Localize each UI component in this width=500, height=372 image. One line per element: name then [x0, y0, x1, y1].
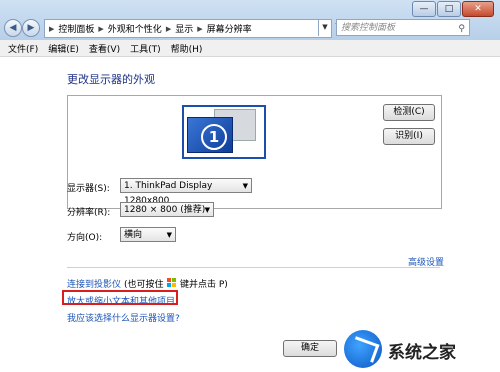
breadcrumb-display[interactable]: 显示 — [175, 22, 193, 35]
search-icon[interactable]: ⚲ — [458, 21, 465, 38]
resolution-label: 分辨率(R): — [67, 208, 111, 218]
projector-hint-start: (也可按住 — [124, 280, 164, 290]
detect-button[interactable]: 检测(C) — [383, 104, 435, 121]
breadcrumb-control-panel[interactable]: 控制面板 — [58, 22, 94, 35]
identify-button[interactable]: 识别(I) — [383, 128, 435, 145]
minimize-button[interactable]: — — [412, 1, 436, 17]
resolution-select[interactable]: 1280 × 800 (推荐) ▼ — [120, 202, 214, 217]
menu-bar: 文件(F) 编辑(E) 查看(V) 工具(T) 帮助(H) — [0, 40, 500, 57]
monitor-number: 1 — [201, 124, 227, 150]
watermark-text: 系统之家 — [388, 343, 456, 363]
address-dropdown-icon[interactable]: ▼ — [318, 19, 331, 36]
primary-monitor-shape: 1 — [187, 117, 233, 153]
highlight-box — [62, 290, 178, 305]
close-button[interactable]: ✕ — [462, 1, 494, 17]
resolution-select-value: 1280 × 800 (推荐) — [124, 205, 206, 215]
breadcrumb-separator: ▶ — [98, 24, 104, 33]
ok-button[interactable]: 确定 — [283, 340, 337, 357]
main-content: 更改显示器的外观 1 检测(C) 识别(I) 显示器(S): 1. ThinkP… — [0, 57, 500, 372]
connect-projector-link[interactable]: 连接到投影仪 — [67, 277, 121, 290]
menu-tools[interactable]: 工具(T) — [130, 42, 161, 55]
watermark: 系统之家 — [340, 326, 500, 372]
menu-view[interactable]: 查看(V) — [89, 42, 120, 55]
divider — [67, 267, 440, 268]
monitor-icon[interactable]: 1 — [182, 105, 266, 159]
watermark-logo-icon — [344, 330, 382, 368]
orientation-select[interactable]: 横向 ▼ — [120, 227, 176, 242]
breadcrumb-separator: ▶ — [49, 24, 55, 33]
chevron-down-icon: ▼ — [204, 206, 210, 214]
display-settings-help-link[interactable]: 我应该选择什么显示器设置? — [67, 311, 180, 324]
chevron-down-icon: ▼ — [242, 182, 248, 190]
orientation-label: 方向(O): — [67, 233, 103, 243]
window-controls: — □ ✕ — [411, 1, 494, 17]
orientation-select-value: 横向 — [124, 230, 143, 240]
breadcrumb-appearance[interactable]: 外观和个性化 — [108, 22, 162, 35]
display-select[interactable]: 1. ThinkPad Display 1280x800 ▼ — [120, 178, 252, 206]
chevron-down-icon: ▼ — [166, 231, 172, 239]
forward-button[interactable]: ▶ — [22, 19, 40, 37]
back-button[interactable]: ◀ — [4, 19, 22, 37]
breadcrumb-screen-resolution[interactable]: 屏幕分辨率 — [207, 22, 252, 35]
menu-edit[interactable]: 编辑(E) — [48, 42, 79, 55]
display-label: 显示器(S): — [67, 184, 110, 194]
menu-help[interactable]: 帮助(H) — [171, 42, 203, 55]
windows-logo-icon — [167, 278, 177, 288]
breadcrumb-separator: ▶ — [165, 24, 172, 33]
page-title: 更改显示器的外观 — [67, 73, 155, 86]
menu-file[interactable]: 文件(F) — [8, 42, 38, 55]
projector-hint-end: 键并点击 P) — [180, 280, 228, 290]
search-placeholder: 搜索控制面板 — [341, 23, 396, 33]
breadcrumb-separator: ▶ — [197, 24, 203, 33]
control-panel-window: — □ ✕ ◀ ▶ ▶ 控制面板 ▶ 外观和个性化 ▶ 显示 ▶ 屏幕分辨率 ▼… — [0, 0, 500, 372]
search-input[interactable]: 搜索控制面板 ⚲ — [336, 19, 470, 36]
address-bar[interactable]: ▶ 控制面板 ▶ 外观和个性化 ▶ 显示 ▶ 屏幕分辨率 — [44, 19, 332, 38]
title-bar: — □ ✕ ◀ ▶ ▶ 控制面板 ▶ 外观和个性化 ▶ 显示 ▶ 屏幕分辨率 ▼… — [0, 0, 500, 40]
maximize-button[interactable]: □ — [437, 1, 461, 17]
